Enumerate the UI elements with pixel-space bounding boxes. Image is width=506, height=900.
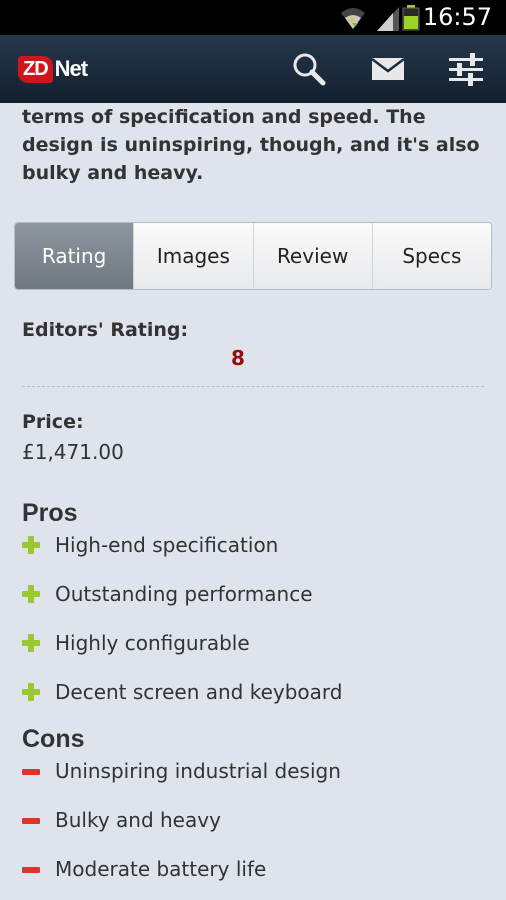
pro-item: High-end specification xyxy=(22,530,278,560)
zdnet-logo[interactable]: ZD Net xyxy=(18,51,88,87)
review-summary-text: terms of specification and speed. The de… xyxy=(22,106,480,184)
pro-item-text: Highly configurable xyxy=(55,631,250,655)
app-bar: ZD Net xyxy=(0,35,506,103)
search-icon xyxy=(293,53,326,86)
tab-bar: Rating Images Review Specs xyxy=(14,222,492,290)
price-label: Price: xyxy=(22,411,84,433)
pro-item: Highly configurable xyxy=(22,628,250,658)
mail-icon xyxy=(371,58,405,80)
pro-item-text: Outstanding performance xyxy=(55,582,313,606)
pros-heading: Pros xyxy=(22,499,78,527)
con-item-text: Uninspiring industrial design xyxy=(55,759,341,783)
tab-images[interactable]: Images xyxy=(133,223,253,289)
minus-icon xyxy=(22,817,40,824)
logo-zd: ZD xyxy=(18,55,53,83)
tab-specs[interactable]: Specs xyxy=(371,223,491,289)
pro-item: Outstanding performance xyxy=(22,579,313,609)
wifi-icon xyxy=(341,8,365,29)
minus-icon xyxy=(22,866,40,873)
status-bar: 16:57 xyxy=(0,0,506,35)
settings-sliders-icon xyxy=(449,53,483,86)
status-time: 16:57 xyxy=(422,3,492,31)
search-button[interactable] xyxy=(289,49,329,89)
price-value: £1,471.00 xyxy=(22,440,124,464)
pro-item-text: High-end specification xyxy=(55,533,279,557)
cons-heading: Cons xyxy=(22,725,85,753)
tab-review[interactable]: Review xyxy=(252,223,372,289)
pro-item: Decent screen and keyboard xyxy=(22,677,342,707)
con-item: Uninspiring industrial design xyxy=(22,756,341,786)
logo-net: Net xyxy=(54,56,88,81)
plus-icon xyxy=(22,634,40,652)
pro-item-text: Decent screen and keyboard xyxy=(55,680,343,704)
plus-icon xyxy=(22,536,40,554)
editors-rating-label: Editors' Rating: xyxy=(22,319,189,341)
editors-rating-value: 8 xyxy=(231,346,245,370)
tab-rating[interactable]: Rating xyxy=(15,223,134,289)
con-item: Bulky and heavy xyxy=(22,805,221,835)
settings-button[interactable] xyxy=(446,49,486,89)
mail-button[interactable] xyxy=(368,49,408,89)
plus-icon xyxy=(22,585,40,603)
plus-icon xyxy=(22,683,40,701)
minus-icon xyxy=(22,768,40,775)
battery-icon xyxy=(402,5,420,31)
cell-signal-icon xyxy=(377,7,399,31)
divider xyxy=(22,386,484,387)
article-content: terms of specification and speed. The de… xyxy=(0,103,506,900)
con-item-text: Bulky and heavy xyxy=(55,808,221,832)
con-item: Moderate battery life xyxy=(22,854,266,884)
con-item-text: Moderate battery life xyxy=(55,857,267,881)
